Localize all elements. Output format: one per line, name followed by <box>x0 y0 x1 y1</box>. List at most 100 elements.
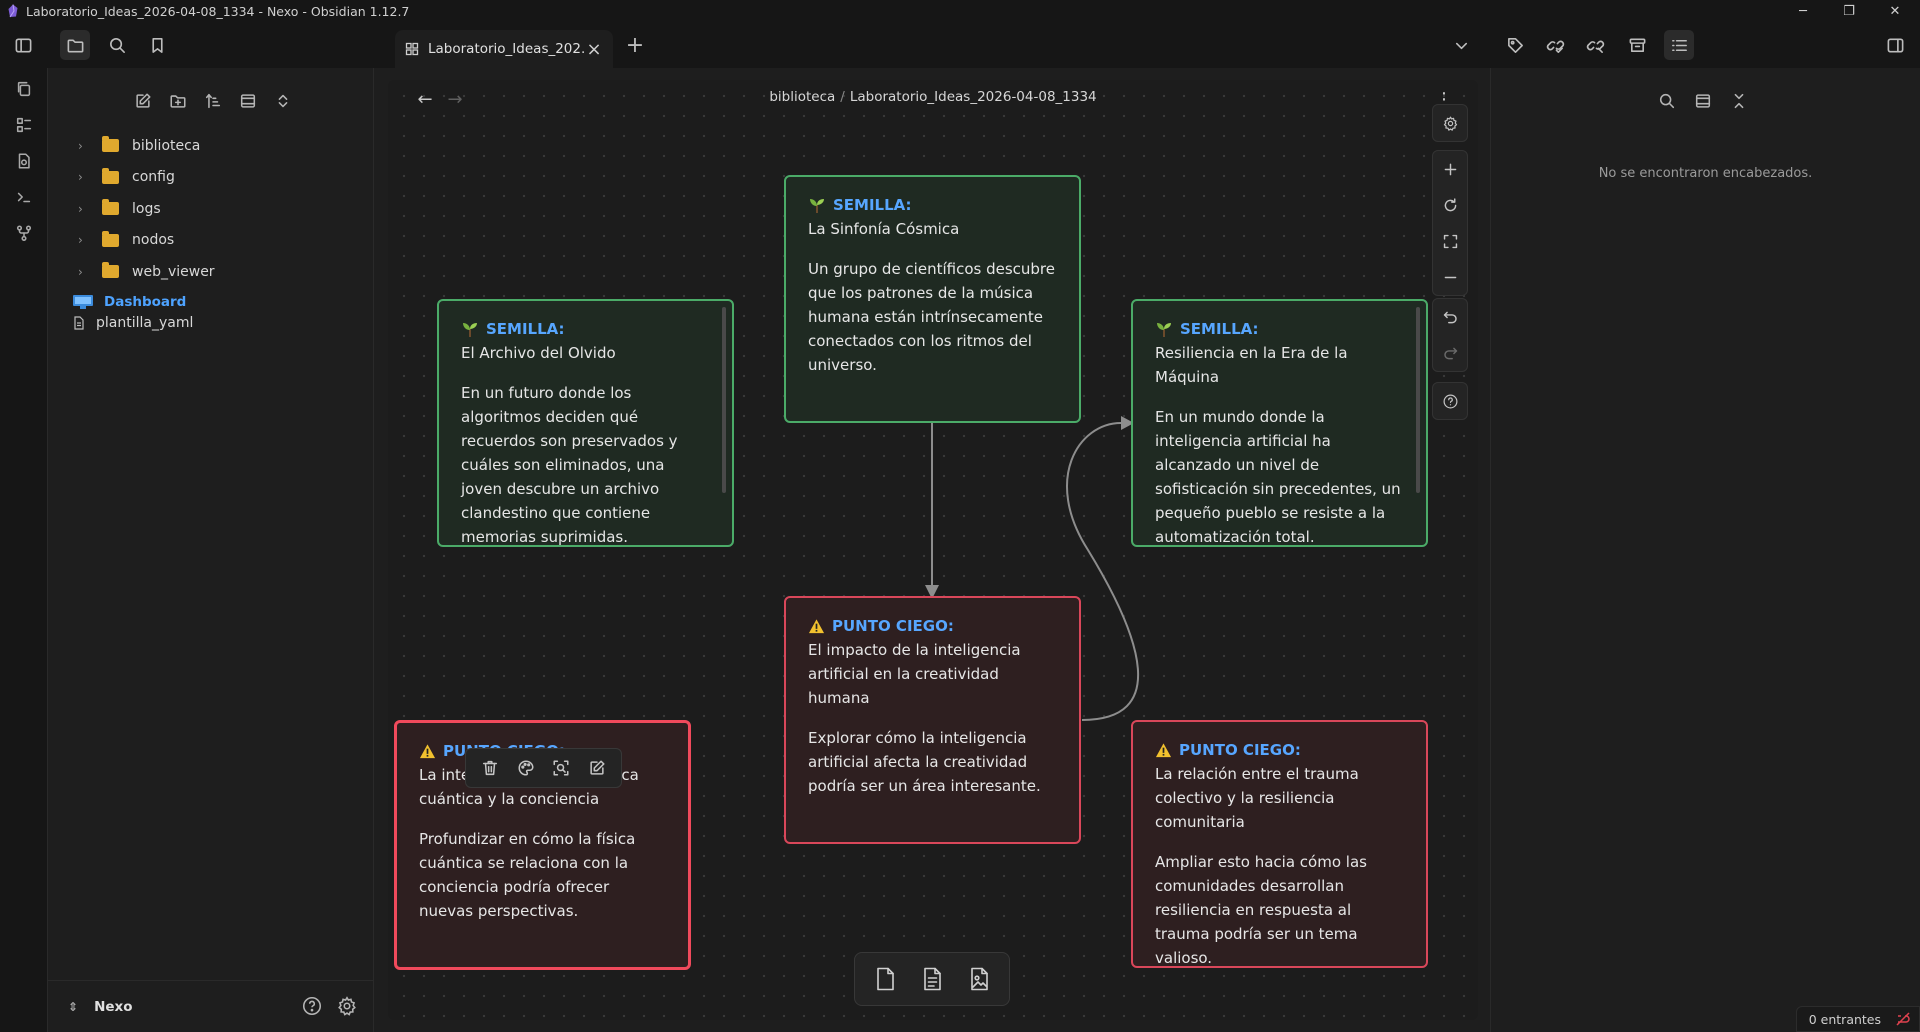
close-window-button[interactable]: ✕ <box>1872 0 1918 22</box>
templates-button[interactable] <box>9 146 39 176</box>
chevrons-up-down-icon: ⇕ <box>68 999 79 1014</box>
outgoing-links-view-button[interactable] <box>1580 30 1610 60</box>
folder-icon <box>67 38 83 52</box>
file-recovery-button[interactable] <box>9 74 39 104</box>
add-card-button[interactable] <box>865 959 905 999</box>
help-button[interactable] <box>301 995 325 1019</box>
folder-icon <box>102 167 119 184</box>
canvas-help-button[interactable] <box>1433 383 1467 419</box>
files-view-button[interactable] <box>60 30 90 60</box>
card-scrollbar[interactable] <box>1416 307 1420 493</box>
card-archivo-del-olvido[interactable]: SEMILLA: El Archivo del Olvido En un fut… <box>437 299 734 547</box>
minus-icon <box>1444 276 1456 278</box>
ribbon <box>0 68 48 1032</box>
warning-icon <box>1155 742 1172 759</box>
search-view-button[interactable] <box>102 30 132 60</box>
folder-web-viewer[interactable]: › web_viewer <box>48 256 374 288</box>
redo-icon <box>1443 347 1457 359</box>
graph-view-button[interactable] <box>9 218 39 248</box>
zoom-in-button[interactable] <box>1433 151 1467 187</box>
plus-icon <box>1444 163 1456 175</box>
maximize-button[interactable]: ❐ <box>1826 0 1872 22</box>
backlinks-count[interactable]: 0 entrantes <box>1809 1012 1881 1027</box>
zoom-frame-icon <box>553 760 569 776</box>
card-title: El impacto de la inteligencia artificial… <box>808 641 1021 707</box>
tab-title: Laboratorio_Ideas_202... <box>428 41 585 57</box>
open-canvas-button[interactable] <box>9 110 39 140</box>
vault-name-button[interactable]: ⇕ Nexo <box>68 999 133 1015</box>
add-media-button[interactable] <box>959 959 999 999</box>
sort-button[interactable] <box>198 86 228 116</box>
settings-button[interactable] <box>336 995 360 1019</box>
folder-label: biblioteca <box>132 137 201 154</box>
toggle-right-sidebar-button[interactable] <box>1880 30 1910 60</box>
zoom-to-fit-button[interactable] <box>1433 223 1467 259</box>
new-tab-button[interactable]: + <box>620 30 650 60</box>
folder-nodos[interactable]: › nodos <box>48 225 374 257</box>
card-sinfonia-cosmica[interactable]: SEMILLA: La Sinfonía Cósmica Un grupo de… <box>784 175 1081 423</box>
undo-button[interactable] <box>1433 299 1467 335</box>
file-dashboard[interactable]: Dashboard <box>48 292 374 313</box>
folder-label: logs <box>132 200 161 217</box>
tab-list-dropdown[interactable] <box>1446 30 1476 60</box>
outline-view-button[interactable] <box>1664 30 1694 60</box>
add-note-button[interactable] <box>912 959 952 999</box>
window-titlebar: Laboratorio_Ideas_2026-04-08_1334 - Nexo… <box>0 0 1920 22</box>
backlinks-view-button[interactable] <box>1540 30 1570 60</box>
folder-plus-icon <box>170 95 186 108</box>
card-title: La relación entre el trauma colectivo y … <box>1155 765 1359 831</box>
chevrons-up-down-icon <box>278 94 288 108</box>
sync-off-icon[interactable] <box>1895 1011 1911 1027</box>
archive-view-button[interactable] <box>1622 30 1652 60</box>
zoom-out-button[interactable] <box>1433 259 1467 295</box>
minimize-button[interactable]: ─ <box>1780 0 1826 22</box>
card-scrollbar[interactable] <box>722 307 726 493</box>
explorer-toolbar <box>128 86 298 116</box>
folder-icon <box>102 136 119 153</box>
redo-button[interactable] <box>1433 335 1467 371</box>
close-tab-button[interactable]: × <box>585 39 603 60</box>
zoom-to-selection-button[interactable] <box>547 754 575 782</box>
outline-search-button[interactable] <box>1652 86 1682 116</box>
toggle-left-sidebar-button[interactable] <box>8 30 38 60</box>
card-label: SEMILLA: <box>808 193 1057 217</box>
tags-view-button[interactable] <box>1500 30 1530 60</box>
bookmarks-view-button[interactable] <box>142 30 172 60</box>
folder-logs[interactable]: › logs <box>48 193 374 225</box>
canvas-settings-button[interactable] <box>1433 105 1467 141</box>
card-resiliencia-era-maquina[interactable]: SEMILLA: Resiliencia en la Era de la Máq… <box>1131 299 1428 547</box>
add-node-toolbar <box>854 952 1010 1006</box>
blank-file-icon <box>876 967 894 991</box>
card-impacto-ia-creatividad[interactable]: PUNTO CIEGO: El impacto de la inteligenc… <box>784 596 1081 844</box>
window-title: Laboratorio_Ideas_2026-04-08_1334 - Nexo… <box>26 3 410 19</box>
new-folder-button[interactable] <box>163 86 193 116</box>
reset-zoom-button[interactable] <box>1433 187 1467 223</box>
delete-node-button[interactable] <box>476 754 504 782</box>
card-body: En un futuro donde los algoritmos decide… <box>461 384 678 546</box>
card-body: Ampliar esto hacia cómo las comunidades … <box>1155 853 1367 967</box>
tab-laboratorio-ideas[interactable]: Laboratorio_Ideas_202... × <box>395 30 613 68</box>
card-title: La Sinfonía Cósmica <box>808 220 960 238</box>
palette-icon <box>518 760 534 776</box>
file-image-icon <box>971 967 989 991</box>
collapse-all-button[interactable] <box>268 86 298 116</box>
command-palette-button[interactable] <box>9 182 39 212</box>
warning-icon <box>419 743 436 760</box>
new-note-button[interactable] <box>128 86 158 116</box>
copy-icon <box>17 81 31 97</box>
edit-icon <box>590 760 605 775</box>
sort-ascending-icon <box>205 93 221 109</box>
selection-toolbar <box>465 748 622 788</box>
outline-panel-button[interactable] <box>1688 86 1718 116</box>
auto-reveal-button[interactable] <box>233 86 263 116</box>
folder-config[interactable]: › config <box>48 162 374 194</box>
chevrons-collapse-icon <box>1734 93 1744 109</box>
card-label: SEMILLA: <box>461 317 710 341</box>
canvas-view[interactable]: ← → biblioteca / Laboratorio_Ideas_2026-04… <box>388 80 1478 1020</box>
outline-collapse-button[interactable] <box>1724 86 1754 116</box>
card-trauma-colectivo-resiliencia[interactable]: PUNTO CIEGO: La relación entre el trauma… <box>1131 720 1428 968</box>
file-plantilla-yaml[interactable]: plantilla_yaml <box>48 313 374 334</box>
set-color-button[interactable] <box>512 754 540 782</box>
folder-biblioteca[interactable]: › biblioteca <box>48 130 374 162</box>
edit-node-button[interactable] <box>583 754 611 782</box>
